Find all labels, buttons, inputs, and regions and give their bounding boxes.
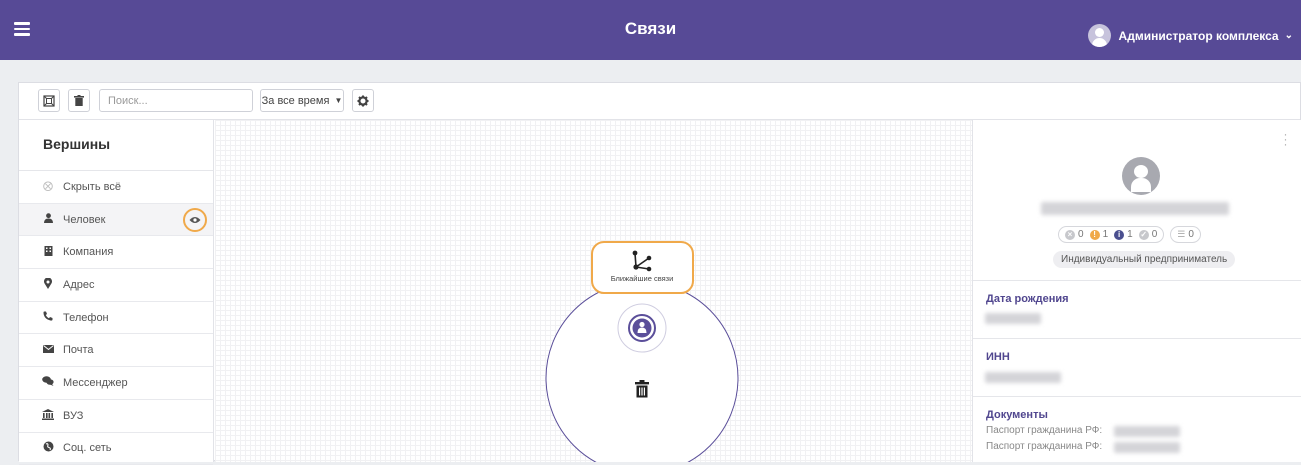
sidebar-item-company[interactable]: Компания [19,236,213,269]
fit-view-button[interactable] [38,89,60,112]
vertex-sidebar: Вершины ⨂ Скрыть всё Человек Компания Ад… [19,120,214,462]
sidebar-item-label: Мессенджер [63,377,128,389]
settings-button[interactable] [352,89,374,112]
gear-icon [357,95,369,107]
entity-type-badge: Индивидуальный предприниматель [1053,251,1235,268]
redacted-document [1114,442,1180,453]
user-name: Администратор комплекса [1119,29,1279,43]
more-vertical-icon[interactable]: ··· [1282,132,1288,147]
sidebar-item-label: Скрыть всё [63,181,121,193]
map-marker-icon [41,278,55,292]
info-icon: i [1114,230,1124,240]
info-count: 1 [1127,229,1133,240]
eye-icon[interactable] [183,208,207,232]
user-menu[interactable]: Администратор комплекса ⌄ [1088,24,1293,47]
sidebar-item-address[interactable]: Адрес [19,269,213,302]
check-icon: ✓ [1139,230,1149,240]
chat-icon [41,376,55,389]
status-counters: × 0 ! 1 i 1 ✓ 0 ☰ 0 [1058,226,1201,243]
period-dropdown[interactable]: За все время ▼ [260,89,344,112]
status-counter-group[interactable]: × 0 ! 1 i 1 ✓ 0 [1058,226,1164,243]
sidebar-item-label: Почта [63,344,94,356]
chevron-down-icon: ⌄ [1285,30,1293,41]
list-count: 0 [1188,229,1194,240]
sidebar-item-label: Человек [63,214,105,226]
inn-label: ИНН [986,351,1301,363]
rejected-icon: × [1065,230,1075,240]
list-icon: ☰ [1177,229,1185,240]
redacted-birth-date [985,313,1041,324]
inn-field: ИНН [973,338,1301,396]
document-type: Паспорт гражданина РФ: [986,425,1102,436]
delete-button[interactable] [68,89,90,112]
caret-down-icon: ▼ [334,96,342,105]
birth-date-field: Дата рождения [973,280,1301,338]
sidebar-item-messenger[interactable]: Мессенджер [19,367,213,400]
sidebar-item-label: Компания [63,246,113,258]
document-line: Паспорт гражданина РФ: [986,425,1301,439]
avatar-icon [1088,24,1111,47]
redacted-document [1114,426,1180,437]
documents-label: Документы [986,409,1301,421]
sidebar-item-email[interactable]: Почта [19,334,213,367]
search-input[interactable] [99,89,253,112]
delete-node-button[interactable] [635,380,649,398]
app-header: Связи Администратор комплекса ⌄ [0,0,1301,60]
document-line: Паспорт гражданина РФ: [986,441,1301,455]
nearest-links-label: Ближайшие связи [611,274,674,283]
sidebar-item-person[interactable]: Человек [19,204,213,237]
sidebar-title: Вершины [19,120,213,171]
redacted-inn [985,372,1061,383]
trash-icon [74,95,84,106]
university-icon [41,409,55,423]
avatar [1122,157,1160,195]
period-label: За все время [262,95,330,107]
trash-icon [635,380,649,398]
person-node[interactable] [618,304,666,352]
close-circle-icon: ⨂ [41,181,55,192]
toolbar: За все время ▼ [19,83,1300,120]
sidebar-item-label: Телефон [63,312,109,324]
graph-canvas[interactable]: Ближайшие связи [215,120,972,462]
sidebar-item-university[interactable]: ВУЗ [19,400,213,433]
redacted-name [1041,202,1229,215]
building-icon [41,246,55,259]
warning-count: 1 [1103,229,1109,240]
sidebar-item-label: Соц. сеть [63,442,112,454]
graph-svg: Ближайшие связи [215,120,972,462]
fit-screen-icon [43,95,55,107]
nearest-links-button[interactable]: Ближайшие связи [592,242,693,293]
document-type: Паспорт гражданина РФ: [986,441,1102,452]
sidebar-item-label: ВУЗ [63,410,83,422]
warning-icon: ! [1090,230,1100,240]
details-panel: ··· × 0 ! 1 i 1 ✓ 0 ☰ 0 Индивидуальный п… [972,120,1301,462]
list-counter[interactable]: ☰ 0 [1170,226,1201,243]
sidebar-item-hide-all[interactable]: ⨂ Скрыть всё [19,171,213,204]
phone-icon [41,311,55,324]
birth-date-label: Дата рождения [986,293,1301,305]
globe-icon [41,441,55,455]
envelope-icon [41,345,55,356]
sidebar-item-social[interactable]: Соц. сеть [19,433,213,465]
graph-panel: За все время ▼ Вершины ⨂ Скрыть всё Чело… [18,82,1301,461]
sidebar-item-label: Адрес [63,279,95,291]
documents-field: Документы Паспорт гражданина РФ: Паспорт… [973,396,1301,462]
ok-count: 0 [1152,229,1158,240]
sidebar-item-phone[interactable]: Телефон [19,302,213,335]
person-icon [41,213,55,226]
rejected-count: 0 [1078,229,1084,240]
